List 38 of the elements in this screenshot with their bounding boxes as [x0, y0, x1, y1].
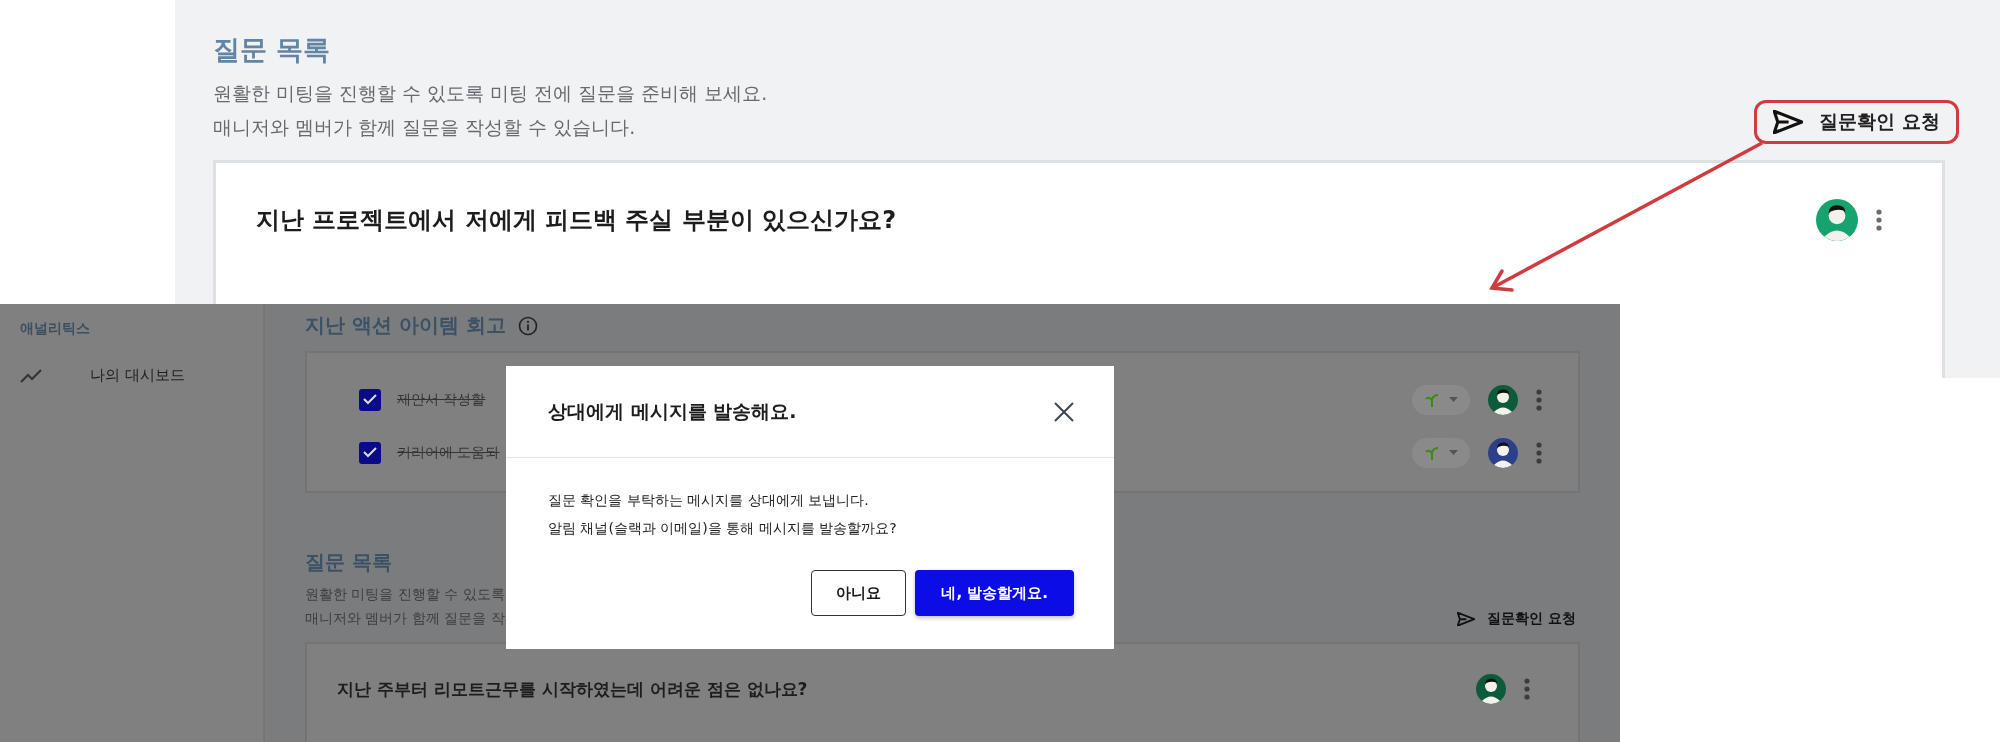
check-icon	[363, 394, 377, 405]
sprout-icon	[1424, 392, 1439, 407]
dialog-message: 알림 채널(슬랙과 이메일)을 통해 메시지를 발송할까요?	[548, 519, 898, 538]
trend-icon	[20, 368, 42, 383]
question-text: 지난 주부터 리모트근무를 시작하였는데 어려운 점은 없나요?	[337, 677, 808, 701]
confirm-button[interactable]: 네, 발송할게요.	[915, 570, 1074, 616]
close-icon[interactable]	[1054, 401, 1074, 422]
sidebar-title: 애널리틱스	[20, 320, 91, 338]
check-icon	[363, 447, 377, 458]
send-icon	[1457, 611, 1476, 627]
send-icon	[1773, 110, 1804, 134]
more-icon[interactable]	[1536, 388, 1542, 411]
info-icon[interactable]	[517, 315, 538, 336]
section-title: 질문 목록	[213, 33, 332, 67]
section-title: 지난 액션 아이템 회고	[305, 312, 506, 339]
sprout-icon	[1424, 445, 1439, 460]
description-text: 원활한 미팅을 진행할 수 있도록 미팅 전에 질문을 준비해 보세요.	[213, 81, 768, 106]
question-text: 지난 프로젝트에서 저에게 피드백 주실 부분이 있으신가요?	[256, 205, 897, 236]
checkbox[interactable]	[359, 388, 381, 411]
dialog-message: 질문 확인을 부탁하는 메시지를 상대에게 보냅니다.	[548, 491, 870, 510]
action-item-text: 커리어에 도움되	[397, 443, 500, 462]
description-text: 매니저와 멤버가 함께 질문을 작성할 수 있습니다.	[213, 115, 637, 140]
more-icon[interactable]	[1536, 441, 1542, 464]
action-item-text: 제안서 작성할	[397, 390, 486, 409]
sidebar-label: 나의 대시보드	[90, 366, 185, 385]
description-text: 매니저와 멤버가 함께 질문을 작	[305, 609, 505, 628]
description-text: 원활한 미팅을 진행할 수 있도록	[305, 585, 505, 604]
sidebar-item[interactable]: 나의 대시보드	[20, 366, 243, 385]
cancel-button[interactable]: 아니요	[811, 570, 907, 616]
request-button[interactable]: 질문확인 요청	[1453, 610, 1580, 628]
caret-icon	[1448, 397, 1458, 402]
caret-icon	[1448, 450, 1458, 455]
more-icon[interactable]	[1876, 209, 1882, 231]
more-icon[interactable]	[1524, 678, 1530, 700]
request-button[interactable]: 질문확인 요청	[1754, 100, 1959, 144]
dialog-title: 상대에게 메시지를 발송해요.	[548, 398, 797, 424]
checkbox[interactable]	[359, 441, 381, 464]
section-title: 질문 목록	[305, 549, 392, 576]
